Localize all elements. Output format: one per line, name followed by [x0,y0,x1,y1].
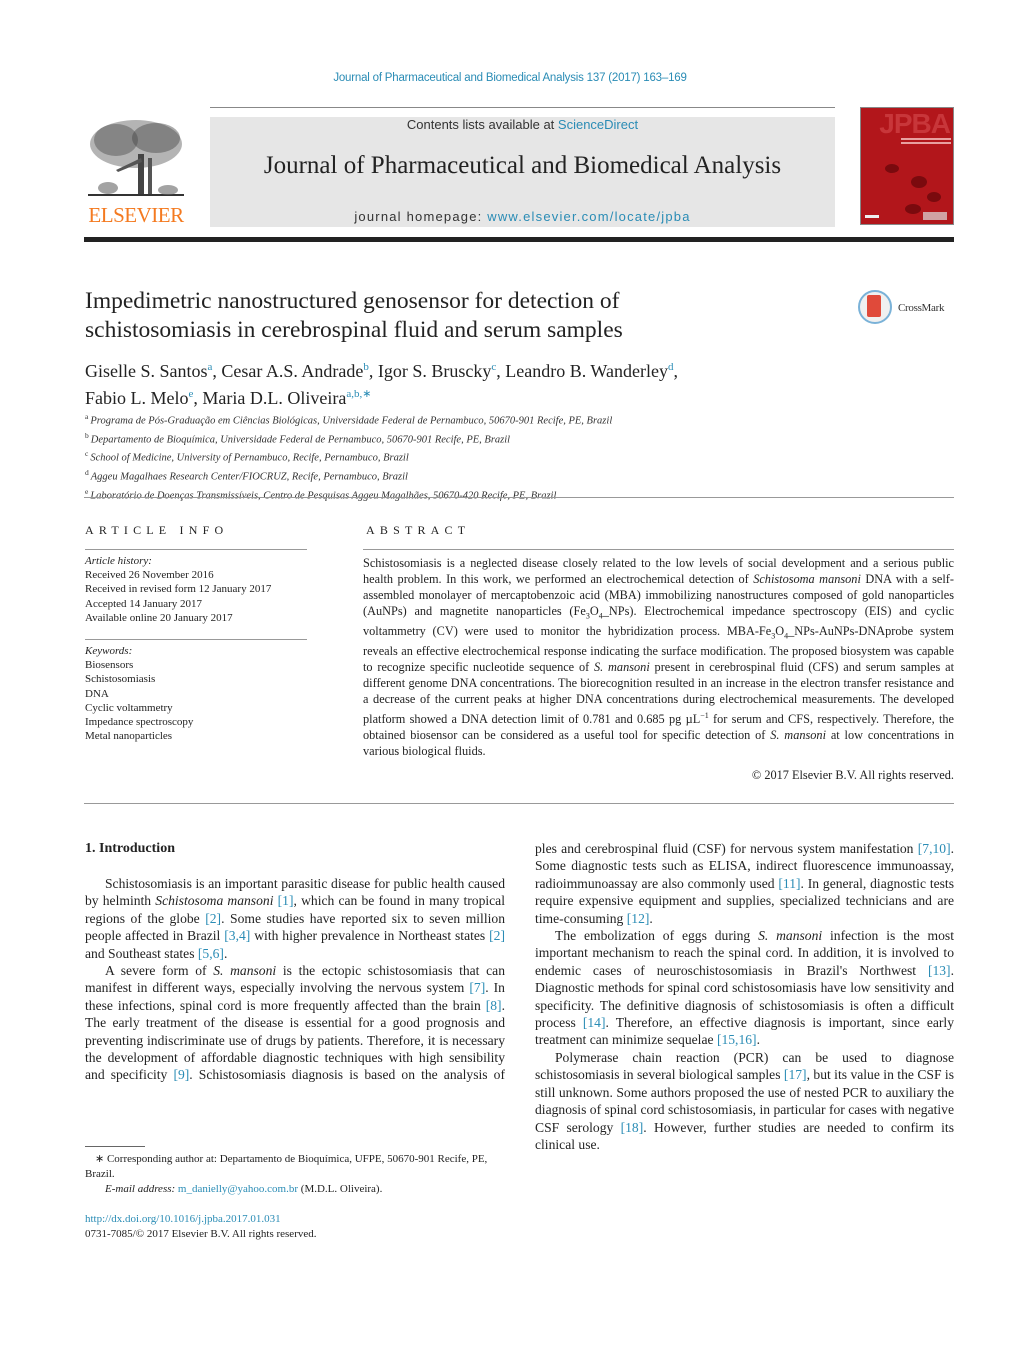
cover-graphic [905,204,921,214]
affiliation: a Programa de Pós-Graduação em Ciências B… [85,412,613,427]
section-heading-introduction: 1. Introduction [85,841,175,856]
citation-link[interactable]: [5,6] [198,946,224,961]
history-item: Received in revised form 12 January 2017 [85,583,272,596]
keyword: Schistosomiasis [85,673,156,686]
citation-link[interactable]: [1] [278,893,294,908]
article-info: Article history: Received 26 November 20… [85,550,307,743]
keywords-label: Keywords: [85,645,133,658]
homepage-prefix: journal homepage: [354,209,488,224]
journal-title: Journal of Pharmaceutical and Biomedical… [263,152,782,179]
journal-masthead: Contents lists available at ScienceDirec… [210,117,835,227]
abstract-divider [84,803,954,804]
history-label: Article history: [85,555,152,567]
citation-link[interactable]: [17] [784,1067,807,1082]
title-line-2: schistosomiasis in cerebrospinal fluid a… [85,317,623,343]
cover-graphic [911,176,927,188]
paragraph: The embolization of eggs during S. manso… [535,928,954,1048]
elsevier-tree-icon [88,120,184,196]
crossmark-badge[interactable]: CrossMark [858,290,958,330]
cover-publisher-logo [923,212,947,220]
body-column-right: ples and cerebrospinal fluid (CSF) for n… [535,840,954,1153]
affiliation: e Laboratório de Doenças Transmissíveis, … [85,486,557,502]
elsevier-wordmark: ELSEVIER [88,203,184,227]
abstract-heading: ABSTRACT [366,523,471,537]
citation-link[interactable]: [14] [583,1015,606,1030]
citation-link[interactable]: [3,4] [224,928,250,943]
citation-link[interactable]: [7,10] [918,841,951,856]
corresponding-author-note: ∗ Corresponding author at: Departamento … [85,1153,488,1180]
header-rule [210,107,835,108]
issn-copyright: 0731-7085/© 2017 Elsevier B.V. All right… [85,1228,317,1240]
author-list: Giselle S. Santosa, Cesar A.S. Andradeb,… [85,361,678,408]
title-line-1: Impedimetric nanostructured genosensor f… [85,288,620,314]
footnote-rule [85,1146,145,1147]
abstract-copyright: © 2017 Elsevier B.V. All rights reserved… [751,767,954,782]
body-column-left: Schistosomiasis is an important parasiti… [85,875,505,1084]
crossmark-label: CrossMark [898,302,945,314]
author[interactable]: Leandro B. Wanderleyd [505,361,673,381]
citation-link[interactable]: [7] [469,980,485,995]
contents-prefix: Contents lists available at [406,117,558,132]
citation-link[interactable]: [2] [205,911,221,926]
abstract-text: Schistosomiasis is a neglected disease c… [363,556,954,758]
cover-footer-text [865,215,879,218]
abstract-body: Schistosomiasis is a neglected disease c… [363,556,954,784]
masthead-divider [84,237,954,242]
keyword: DNA [85,687,109,700]
keyword: Biosensors [85,659,134,672]
affiliation: b Departamento de Bioquímica, Universidad… [85,430,511,446]
affiliations-divider [84,497,954,498]
author[interactable]: Fabio L. Meloe [85,388,193,408]
email-note: E-mail address: m_danielly@yahoo.com.br … [105,1183,383,1195]
keyword: Impedance spectroscopy [85,716,194,729]
author[interactable]: Giselle S. Santosa [85,361,212,381]
history-item: Available online 20 January 2017 [85,611,233,624]
citation-link[interactable]: [15,16] [717,1032,757,1047]
elsevier-logo: ELSEVIER [84,116,188,228]
homepage-link[interactable]: www.elsevier.com/locate/jpba [487,209,690,224]
sciencedirect-link[interactable]: ScienceDirect [558,117,638,132]
cover-subtitle [901,138,951,148]
citation-link[interactable]: [12] [627,911,650,926]
crossmark-bookmark-icon [867,295,881,317]
citation-link[interactable]: [13] [928,963,951,978]
affiliation: d Aggeu Magalhaes Research Center/FIOCRUZ… [85,468,408,483]
cover-graphic [927,192,941,202]
paragraph: A severe form of S. mansoni is the ectop… [85,963,505,1083]
article-title: Impedimetric nanostructured genosensor f… [85,287,805,345]
doi-link[interactable]: http://dx.doi.org/10.1016/j.jpba.2017.01… [85,1213,281,1225]
article-info-heading: ARTICLE INFO [85,523,229,537]
journal-cover-thumbnail[interactable]: JPBA [860,107,954,225]
abstract-rule [363,549,954,550]
keyword: Cyclic voltammetry [85,701,173,714]
citation-link[interactable]: [11] [778,876,800,891]
cover-acronym: JPBA [879,108,951,139]
paragraph-continued: ples and cerebrospinal fluid (CSF) for n… [535,841,954,926]
email-link[interactable]: m_danielly@yahoo.com.br [178,1183,298,1195]
footnotes: ∗ Corresponding author at: Departamento … [85,1152,505,1197]
history-item: Accepted 14 January 2017 [85,597,202,610]
citation-link[interactable]: [8] [486,998,502,1013]
doi-block: http://dx.doi.org/10.1016/j.jpba.2017.01… [85,1212,505,1242]
paragraph: Polymerase chain reaction (PCR) can be u… [535,1049,954,1152]
cover-graphic [885,164,899,173]
author[interactable]: Igor S. Brusckyc [378,361,496,381]
history-item: Received 26 November 2016 [85,569,214,582]
affiliations: a Programa de Pós-Graduação em Ciências B… [85,410,885,504]
affiliation-marker[interactable]: a,b,∗ [346,388,371,400]
contents-line: Contents lists available at ScienceDirec… [210,117,835,132]
journal-reference[interactable]: Journal of Pharmaceutical and Biomedical… [0,72,1020,84]
citation-link[interactable]: [2] [489,928,505,943]
paragraph: Schistosomiasis is an important parasiti… [85,876,506,961]
citation-link[interactable]: [9] [173,1067,189,1082]
author[interactable]: Maria D.L. Oliveiraa,b,∗ [202,388,371,408]
citation-link[interactable]: [18] [621,1120,644,1135]
author[interactable]: Cesar A.S. Andradeb [221,361,368,381]
keywords-rule [85,639,307,641]
keyword: Metal nanoparticles [85,730,173,743]
journal-homepage: journal homepage: www.elsevier.com/locat… [210,209,835,224]
affiliation: c School of Medicine, University of Perna… [85,449,409,464]
